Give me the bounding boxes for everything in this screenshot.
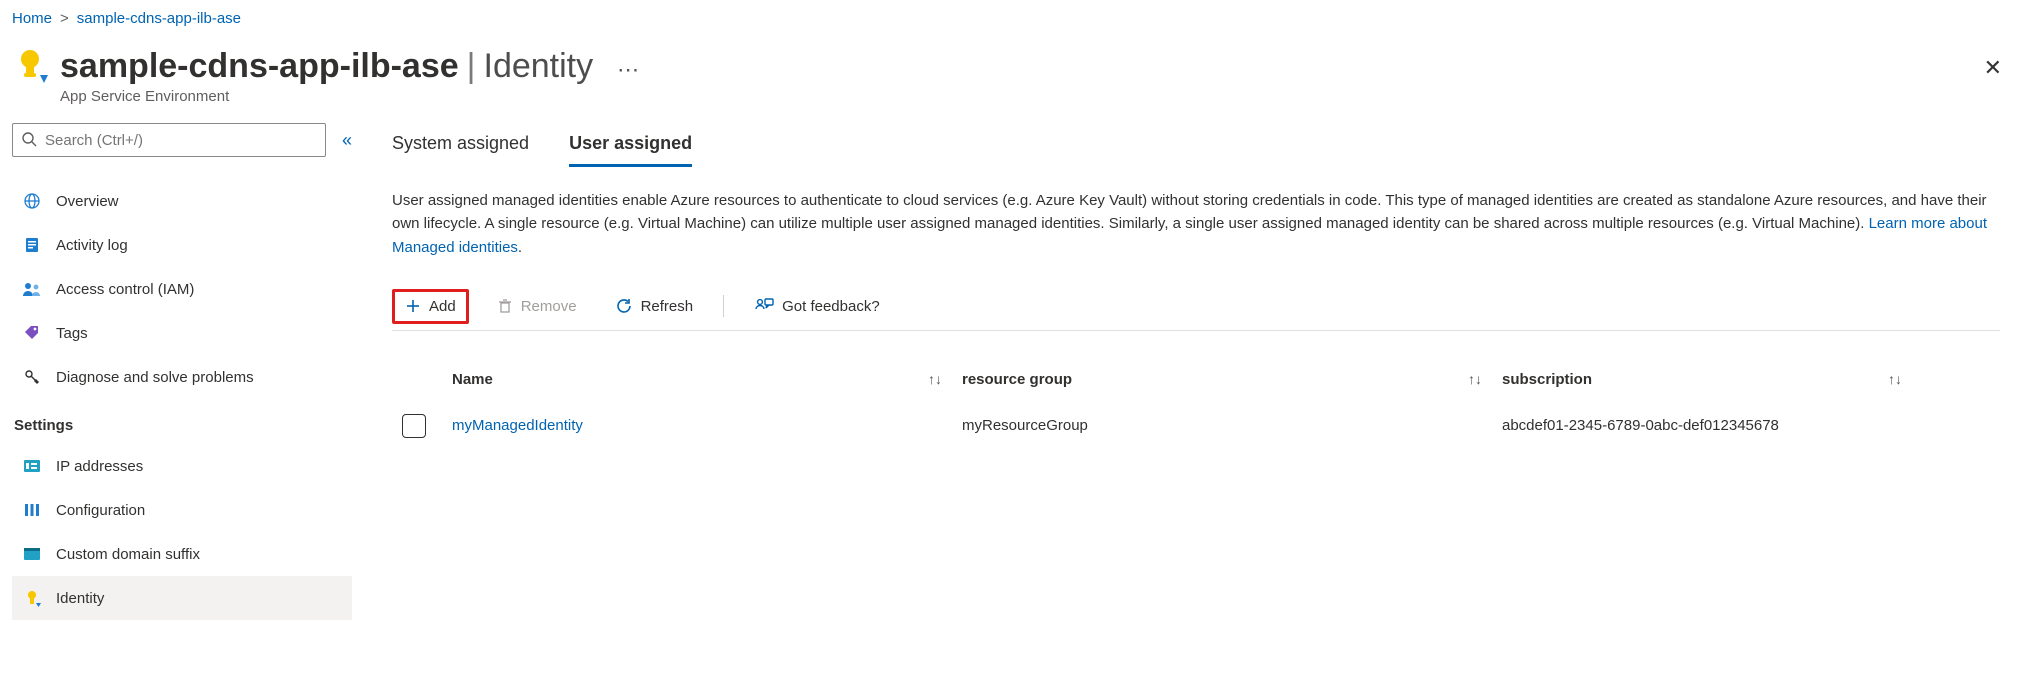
resource-type-label: App Service Environment xyxy=(60,88,2020,105)
refresh-icon xyxy=(615,297,633,315)
access-control-icon xyxy=(22,280,42,298)
search-input[interactable] xyxy=(43,131,317,150)
sidebar-item-label: Activity log xyxy=(56,237,128,254)
sidebar-item-configuration[interactable]: Configuration xyxy=(12,488,352,532)
tab-user-assigned[interactable]: User assigned xyxy=(569,129,692,167)
sidebar-item-diagnose[interactable]: Diagnose and solve problems xyxy=(12,355,352,399)
page-subtitle: Identity xyxy=(484,47,594,86)
sidebar-item-access-control[interactable]: Access control (IAM) xyxy=(12,267,352,311)
add-label: Add xyxy=(429,298,456,315)
description-text: User assigned managed identities enable … xyxy=(392,189,2000,259)
sidebar-item-label: Access control (IAM) xyxy=(56,281,194,298)
more-actions-button[interactable]: ⋯ xyxy=(613,57,645,83)
add-button[interactable]: Add xyxy=(392,289,469,324)
plus-icon xyxy=(405,298,421,314)
remove-button: Remove xyxy=(487,292,587,321)
sidebar-item-label: IP addresses xyxy=(56,458,143,475)
sort-icon[interactable]: ↑↓ xyxy=(1468,371,1482,387)
feedback-icon xyxy=(754,297,774,315)
refresh-label: Refresh xyxy=(641,298,694,315)
col-resource-group[interactable]: resource group xyxy=(962,371,1072,388)
globe-icon xyxy=(22,192,42,210)
breadcrumb-current[interactable]: sample-cdns-app-ilb-ase xyxy=(77,10,241,27)
breadcrumb: Home > sample-cdns-app-ilb-ase xyxy=(12,10,2020,27)
feedback-label: Got feedback? xyxy=(782,298,880,315)
collapse-sidebar-button[interactable]: « xyxy=(338,126,352,155)
diagnose-icon xyxy=(22,368,42,386)
sidebar-item-label: Tags xyxy=(56,325,88,342)
custom-domain-icon xyxy=(22,547,42,561)
identity-toolbar: Add Remove Refresh Got feedback? xyxy=(392,283,2000,331)
configuration-icon xyxy=(22,502,42,518)
row-checkbox[interactable] xyxy=(402,414,426,438)
sidebar-item-custom-domain-suffix[interactable]: Custom domain suffix xyxy=(12,532,352,576)
ip-addresses-icon xyxy=(22,459,42,473)
search-icon xyxy=(21,131,37,150)
identity-name-link[interactable]: myManagedIdentity xyxy=(452,417,583,434)
sidebar-item-ip-addresses[interactable]: IP addresses xyxy=(12,444,352,488)
trash-icon xyxy=(497,298,513,314)
col-subscription[interactable]: subscription xyxy=(1502,371,1592,388)
activity-log-icon xyxy=(22,236,42,254)
sidebar-item-label: Overview xyxy=(56,193,119,210)
col-name[interactable]: Name xyxy=(452,371,493,388)
identity-subscription: abcdef01-2345-6789-0abc-def012345678 xyxy=(1502,417,1922,434)
breadcrumb-home[interactable]: Home xyxy=(12,10,52,27)
identity-resource-group: myResourceGroup xyxy=(962,417,1502,434)
toolbar-divider xyxy=(723,295,724,317)
sidebar-item-label: Identity xyxy=(56,590,104,607)
table-row[interactable]: myManagedIdentity myResourceGroup abcdef… xyxy=(392,414,2000,438)
identities-table: Name ↑↓ resource group ↑↓ subscription ↑… xyxy=(392,371,2000,438)
sidebar-item-label: Custom domain suffix xyxy=(56,546,200,563)
sidebar-group-settings: Settings xyxy=(14,417,352,434)
sidebar-item-tags[interactable]: Tags xyxy=(12,311,352,355)
sort-icon[interactable]: ↑↓ xyxy=(1888,371,1902,387)
sidebar-item-label: Configuration xyxy=(56,502,145,519)
sidebar-search[interactable] xyxy=(12,123,326,157)
remove-label: Remove xyxy=(521,298,577,315)
close-button[interactable]: ✕ xyxy=(1976,51,2010,85)
identity-icon xyxy=(22,589,42,607)
breadcrumb-separator: > xyxy=(60,10,69,27)
page-title: sample-cdns-app-ilb-ase xyxy=(60,47,459,86)
sidebar-item-identity[interactable]: Identity xyxy=(12,576,352,620)
title-separator: | xyxy=(467,47,476,86)
refresh-button[interactable]: Refresh xyxy=(605,291,704,321)
sidebar-item-overview[interactable]: Overview xyxy=(12,179,352,223)
sidebar-item-activity-log[interactable]: Activity log xyxy=(12,223,352,267)
sort-icon[interactable]: ↑↓ xyxy=(928,371,942,387)
tab-system-assigned[interactable]: System assigned xyxy=(392,129,529,167)
app-service-environment-icon xyxy=(12,47,48,83)
feedback-button[interactable]: Got feedback? xyxy=(744,291,890,321)
tags-icon xyxy=(22,324,42,342)
description-body: User assigned managed identities enable … xyxy=(392,192,1987,232)
identity-tabs: System assigned User assigned xyxy=(392,129,2000,167)
sidebar-item-label: Diagnose and solve problems xyxy=(56,369,254,386)
